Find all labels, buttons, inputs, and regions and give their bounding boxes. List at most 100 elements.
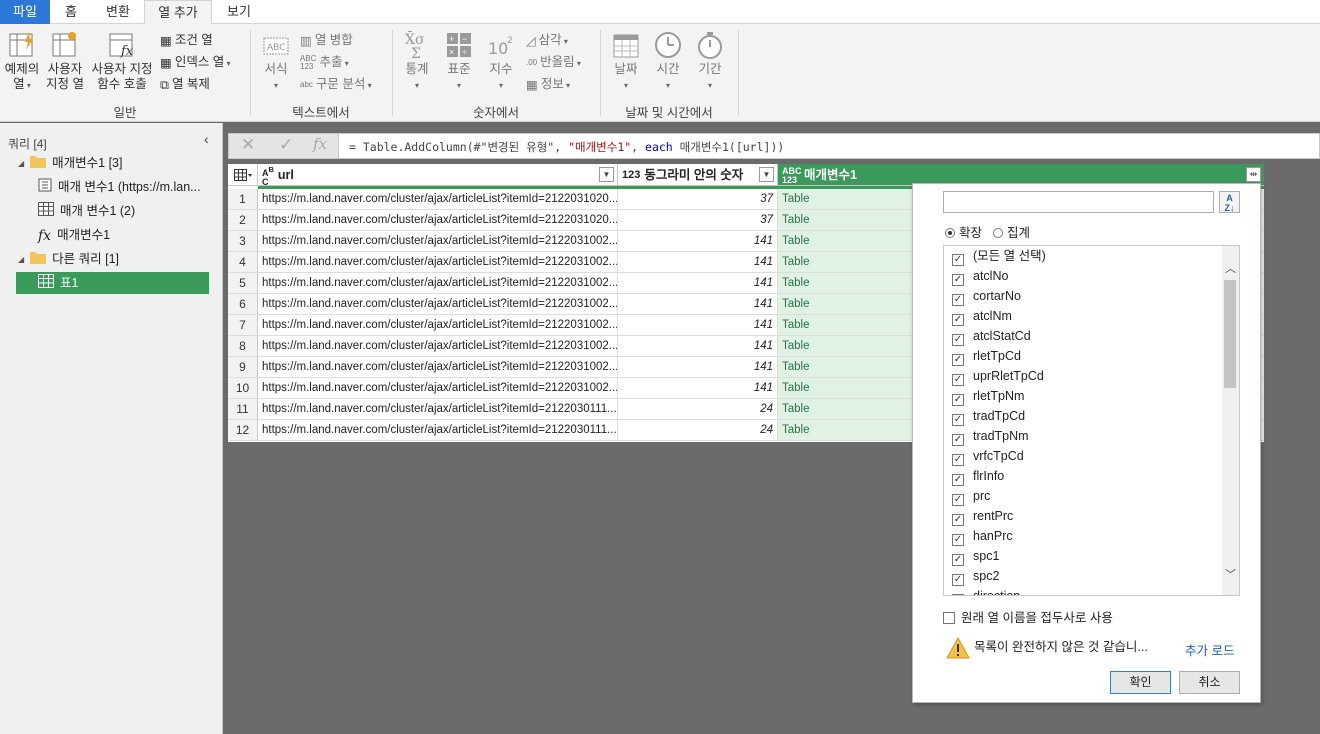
column-checkbox-item[interactable]: ✓ vrfcTpCd bbox=[952, 446, 1024, 466]
checkbox-checked-icon[interactable]: ✓ bbox=[952, 574, 964, 586]
url-cell[interactable]: https://m.land.naver.com/cluster/ajax/ar… bbox=[258, 252, 618, 272]
column-checkbox-item[interactable]: ✓ rentPrc bbox=[952, 506, 1013, 526]
cancel-button[interactable]: 취소 bbox=[1179, 671, 1240, 694]
checkbox-checked-icon[interactable]: ✓ bbox=[952, 454, 964, 466]
checkbox-checked-icon[interactable]: ✓ bbox=[952, 394, 964, 406]
load-more-link[interactable]: 추가 로드 bbox=[1185, 640, 1234, 659]
duplicate-column-button[interactable]: ⧉ 열 복제 bbox=[160, 74, 210, 94]
expand-triangle-icon[interactable]: ◢ bbox=[18, 249, 24, 271]
query-item-param-2[interactable]: 매개 변수1 (2) bbox=[38, 200, 135, 222]
number-cell[interactable]: 141 bbox=[618, 273, 778, 293]
formula-text[interactable]: = Table.AddColumn(#"변경된 유형", "매개변수1", ea… bbox=[349, 139, 784, 155]
trigonometry-button[interactable]: ◿ 삼각 ▾ bbox=[526, 30, 568, 50]
tab-view[interactable]: 보기 bbox=[212, 0, 266, 24]
time-button[interactable]: 시간 ▾ bbox=[648, 30, 688, 93]
number-cell[interactable]: 141 bbox=[618, 378, 778, 398]
aggregate-radio[interactable]: 집계 bbox=[993, 222, 1030, 241]
column-checkbox-item[interactable]: ✓ rletTpNm bbox=[952, 386, 1024, 406]
use-prefix-checkbox[interactable]: 원래 열 이름을 접두사로 사용 bbox=[943, 607, 1113, 626]
custom-column-button[interactable]: 사용자 지정 열 bbox=[44, 30, 86, 92]
column-checkbox-item[interactable]: ✓ cortarNo bbox=[952, 286, 1021, 306]
table-menu-button[interactable] bbox=[228, 164, 258, 186]
checkbox-unchecked-icon[interactable] bbox=[943, 612, 955, 624]
column-search-input[interactable] bbox=[943, 191, 1214, 213]
scrollbar-thumb[interactable] bbox=[1224, 280, 1236, 388]
number-cell[interactable]: 141 bbox=[618, 294, 778, 314]
format-button[interactable]: ABC 서식 ▾ bbox=[256, 30, 296, 93]
insert-function-icon[interactable]: fx bbox=[313, 135, 327, 153]
extract-button[interactable]: ABC 123 추출 ▾ bbox=[300, 52, 349, 72]
standard-button[interactable]: + − × ÷ 표준 ▾ bbox=[440, 30, 478, 93]
checkbox-checked-icon[interactable]: ✓ bbox=[952, 434, 964, 446]
number-cell[interactable]: 37 bbox=[618, 189, 778, 209]
checkbox-checked-icon[interactable]: ✓ bbox=[952, 254, 964, 266]
column-filter-dropdown[interactable]: ▼ bbox=[599, 167, 614, 182]
column-checkbox-item[interactable]: ✓ uprRletTpCd bbox=[952, 366, 1044, 386]
statistics-button[interactable]: X̄σ Σ 통계 ▾ bbox=[398, 30, 436, 93]
query-item-table1[interactable]: 표1 bbox=[16, 272, 209, 294]
expand-column-button[interactable]: ⇹ bbox=[1246, 167, 1261, 182]
url-cell[interactable]: https://m.land.naver.com/cluster/ajax/ar… bbox=[258, 189, 618, 209]
column-checkbox-item[interactable]: ✓ tradTpNm bbox=[952, 426, 1029, 446]
column-header-number[interactable]: 123 동그라미 안의 숫자 ▼ bbox=[618, 164, 778, 186]
any-type-icon[interactable]: ABC 123 bbox=[782, 166, 802, 185]
checklist-scrollbar[interactable]: ︿ ﹀ bbox=[1222, 246, 1239, 595]
conditional-column-button[interactable]: ▦ 조건 열 bbox=[160, 30, 213, 50]
column-checkbox-item[interactable]: ✓ tradTpCd bbox=[952, 406, 1025, 426]
checkbox-checked-icon[interactable]: ✓ bbox=[952, 274, 964, 286]
ok-button[interactable]: 확인 bbox=[1110, 671, 1171, 694]
checkbox-checked-icon[interactable]: ✓ bbox=[952, 594, 964, 595]
checkbox-checked-icon[interactable]: ✓ bbox=[952, 494, 964, 506]
column-checkbox-item[interactable]: ✓ atclNm bbox=[952, 306, 1012, 326]
column-checkbox-item[interactable]: ✓ spc1 bbox=[952, 546, 999, 566]
url-cell[interactable]: https://m.land.naver.com/cluster/ajax/ar… bbox=[258, 336, 618, 356]
query-group-other[interactable]: ◢ 다른 쿼리 [1] bbox=[18, 248, 119, 270]
column-from-examples-button[interactable]: 예제의 열 ▾ bbox=[2, 30, 42, 93]
checkbox-checked-icon[interactable]: ✓ bbox=[952, 534, 964, 546]
number-cell[interactable]: 141 bbox=[618, 315, 778, 335]
url-cell[interactable]: https://m.land.naver.com/cluster/ajax/ar… bbox=[258, 420, 618, 440]
checkbox-checked-icon[interactable]: ✓ bbox=[952, 554, 964, 566]
information-button[interactable]: ▦ 정보 ▾ bbox=[526, 74, 570, 94]
column-checkbox-item[interactable]: ✓ atclStatCd bbox=[952, 326, 1031, 346]
number-cell[interactable]: 141 bbox=[618, 336, 778, 356]
url-cell[interactable]: https://m.land.naver.com/cluster/ajax/ar… bbox=[258, 378, 618, 398]
url-cell[interactable]: https://m.land.naver.com/cluster/ajax/ar… bbox=[258, 231, 618, 251]
cancel-formula-icon[interactable]: ✕ bbox=[241, 135, 255, 155]
sort-columns-button[interactable]: A Z↓ bbox=[1219, 191, 1240, 213]
number-cell[interactable]: 141 bbox=[618, 231, 778, 251]
column-checkbox-item[interactable]: ✓ atclNo bbox=[952, 266, 1008, 286]
checkbox-checked-icon[interactable]: ✓ bbox=[952, 294, 964, 306]
merge-columns-button[interactable]: ▥ 열 병합 bbox=[300, 30, 353, 50]
confirm-formula-icon[interactable]: ✓ bbox=[279, 135, 293, 155]
url-cell[interactable]: https://m.land.naver.com/cluster/ajax/ar… bbox=[258, 315, 618, 335]
tab-home[interactable]: 홈 bbox=[50, 0, 92, 24]
column-checkbox-item[interactable]: ✓ prc bbox=[952, 486, 990, 506]
checkbox-checked-icon[interactable]: ✓ bbox=[952, 354, 964, 366]
column-checkbox-item[interactable]: ✓ (모든 열 선택) bbox=[952, 246, 1046, 266]
column-checkbox-item[interactable]: ✓ spc2 bbox=[952, 566, 999, 586]
text-type-icon[interactable]: AB C bbox=[262, 165, 274, 187]
url-cell[interactable]: https://m.land.naver.com/cluster/ajax/ar… bbox=[258, 357, 618, 377]
column-header-url[interactable]: AB Curl ▼ bbox=[258, 164, 618, 186]
tab-file[interactable]: 파일 bbox=[0, 0, 50, 24]
checkbox-checked-icon[interactable]: ✓ bbox=[952, 474, 964, 486]
number-cell[interactable]: 37 bbox=[618, 210, 778, 230]
number-cell[interactable]: 141 bbox=[618, 252, 778, 272]
parse-button[interactable]: abc 구문 분석 ▾ bbox=[300, 74, 372, 94]
checkbox-checked-icon[interactable]: ✓ bbox=[952, 314, 964, 326]
rounding-button[interactable]: .00 반올림 ▾ bbox=[526, 52, 581, 72]
expand-triangle-icon[interactable]: ◢ bbox=[18, 153, 24, 175]
checkbox-checked-icon[interactable]: ✓ bbox=[952, 334, 964, 346]
column-filter-dropdown[interactable]: ▼ bbox=[759, 167, 774, 182]
column-checkbox-item[interactable]: ✓ rletTpCd bbox=[952, 346, 1021, 366]
scientific-button[interactable]: 10 2 지수 ▾ bbox=[482, 30, 520, 93]
collapse-pane-icon[interactable]: ‹ bbox=[204, 131, 209, 147]
scroll-down-icon[interactable]: ﹀ bbox=[1225, 566, 1236, 582]
duration-button[interactable]: 기간 ▾ bbox=[690, 30, 730, 93]
tab-add-column[interactable]: 열 추가 bbox=[144, 0, 212, 25]
url-cell[interactable]: https://m.land.naver.com/cluster/ajax/ar… bbox=[258, 399, 618, 419]
number-cell[interactable]: 141 bbox=[618, 357, 778, 377]
formula-bar[interactable]: ✕ ✓ fx = Table.AddColumn(#"변경된 유형", "매개변… bbox=[228, 133, 1320, 159]
invoke-custom-function-button[interactable]: fx 사용자 지정 함수 호출 bbox=[88, 30, 156, 92]
